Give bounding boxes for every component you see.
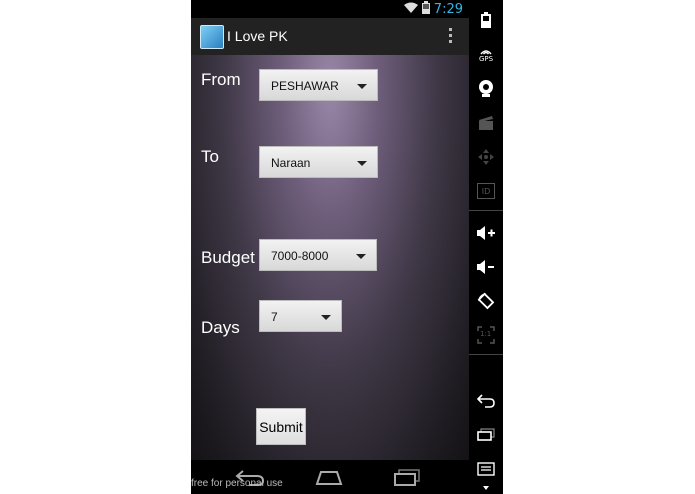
main-content: From PESHAWAR To Naraan Budget 7000-8000…: [191, 55, 469, 460]
from-selected-value: PESHAWAR: [271, 79, 339, 93]
id-label: ID: [477, 183, 495, 199]
battery-icon: [421, 1, 430, 18]
to-selected-value: Naraan: [271, 156, 311, 170]
chevron-down-icon: [356, 254, 366, 259]
sidebar-divider: [469, 210, 503, 211]
back-icon[interactable]: [476, 391, 496, 411]
status-bar: 7:29: [191, 0, 469, 18]
to-label: To: [201, 147, 219, 166]
budget-selected-value: 7000-8000: [271, 249, 329, 263]
scale-label: 1:1: [480, 330, 492, 338]
gps-label: GPS: [478, 54, 494, 63]
clapper-icon[interactable]: [476, 113, 496, 133]
days-spinner[interactable]: 7: [259, 300, 342, 332]
watermark-text: free for personal use: [191, 478, 283, 489]
from-label: From: [201, 70, 241, 89]
menu-icon[interactable]: [476, 459, 496, 479]
app-icon[interactable]: [200, 25, 224, 49]
sidebar-divider: [469, 354, 503, 355]
camera-icon[interactable]: [476, 78, 496, 98]
chevron-down-icon: [321, 315, 331, 320]
scale-icon[interactable]: 1:1: [476, 325, 496, 345]
submit-button[interactable]: Submit: [256, 408, 306, 445]
home-icon[interactable]: [313, 468, 345, 490]
rotate-icon[interactable]: [476, 291, 496, 311]
id-icon[interactable]: ID: [476, 181, 496, 201]
days-label: Days: [201, 318, 240, 337]
volume-up-icon[interactable]: [476, 223, 496, 243]
chevron-down-icon: [357, 84, 367, 89]
recent-apps-icon[interactable]: [476, 425, 496, 445]
budget-spinner[interactable]: 7000-8000: [259, 239, 377, 271]
chevron-down-icon: [357, 161, 367, 166]
days-selected-value: 7: [271, 310, 278, 324]
emulator-sidebar: GPS ID 1:1: [469, 0, 503, 494]
gps-icon[interactable]: GPS: [476, 45, 496, 65]
volume-down-icon[interactable]: [476, 257, 496, 277]
clock: 7:29: [433, 2, 463, 17]
battery-icon[interactable]: [476, 10, 496, 30]
to-spinner[interactable]: Naraan: [259, 146, 378, 178]
overflow-menu-icon[interactable]: [449, 28, 453, 46]
from-spinner[interactable]: PESHAWAR: [259, 69, 378, 101]
app-title: I Love PK: [227, 28, 288, 44]
budget-label: Budget: [201, 248, 255, 267]
chevron-down-icon[interactable]: [483, 486, 489, 490]
action-bar: I Love PK: [191, 18, 469, 55]
phone-screen: 7:29 I Love PK From PESHAWAR To Naraan B…: [191, 0, 469, 494]
dpad-icon[interactable]: [476, 147, 496, 167]
wifi-icon: [403, 2, 418, 17]
recent-apps-icon[interactable]: [392, 468, 422, 490]
